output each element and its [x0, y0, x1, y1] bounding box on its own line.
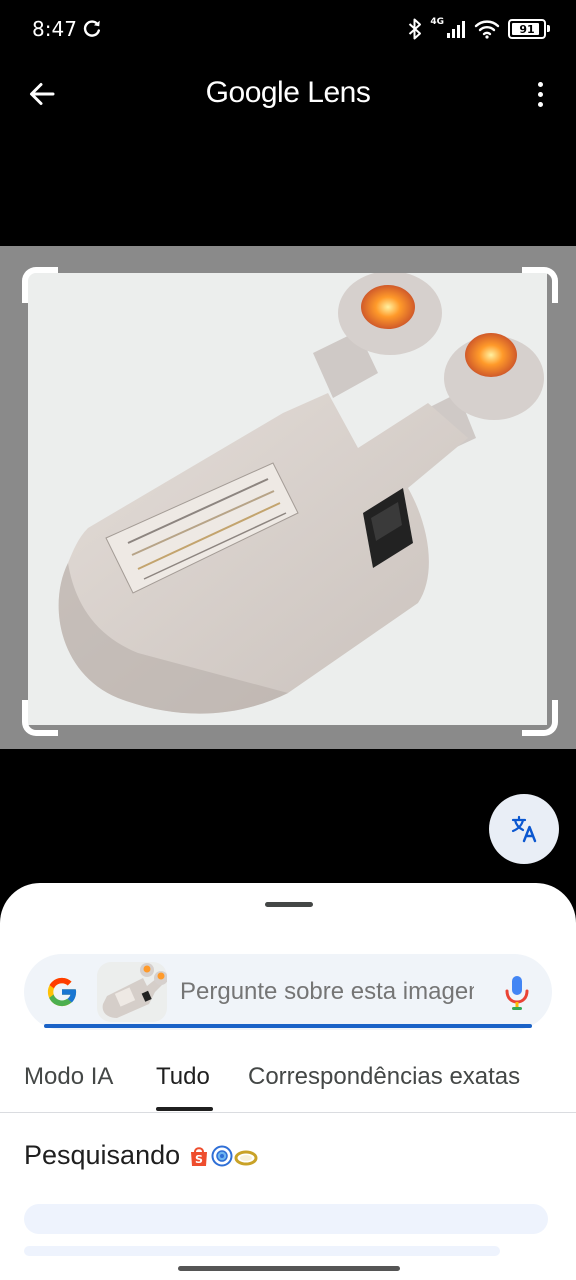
battery-level: 91	[519, 22, 535, 36]
tab-all[interactable]: Tudo	[156, 1063, 210, 1091]
crop-handle-bottom-left[interactable]	[22, 700, 58, 736]
translate-icon	[511, 815, 537, 843]
more-options-button[interactable]	[528, 74, 552, 114]
loading-placeholder	[24, 1246, 500, 1256]
lens-icon	[211, 1145, 233, 1166]
bluetooth-icon	[409, 18, 422, 40]
app-title: Google Lens	[0, 76, 576, 110]
ring-icon	[234, 1150, 258, 1165]
searching-label: Pesquisando	[24, 1140, 181, 1170]
hair-trimmer-picture	[58, 271, 544, 714]
product-image	[28, 271, 547, 725]
wifi-icon	[474, 20, 500, 39]
more-vert-icon	[537, 81, 543, 87]
search-focus-underline	[44, 1024, 532, 1028]
loading-placeholder	[24, 1204, 548, 1234]
query-image-thumbnail[interactable]	[97, 962, 167, 1022]
results-sheet[interactable]: Modo IA Tudo Correspondências exatas Pes…	[0, 883, 576, 1280]
searching-icons: S	[188, 1144, 258, 1168]
crop-handle-bottom-right[interactable]	[522, 700, 558, 736]
mic-icon[interactable]	[502, 974, 532, 1010]
status-time: 8:47	[32, 17, 77, 41]
app-bar: Google Lens	[0, 58, 576, 128]
result-tabs: Modo IA Tudo Correspondências exatas	[0, 1055, 576, 1111]
google-g-icon	[47, 977, 77, 1007]
tabs-divider	[0, 1112, 576, 1113]
svg-text:S: S	[195, 1153, 203, 1166]
app-title-brand: Google	[205, 76, 300, 109]
search-input[interactable]	[180, 954, 474, 1030]
image-preview[interactable]	[0, 246, 576, 749]
battery-icon: 91	[508, 19, 550, 39]
status-icons: 4G 91	[408, 16, 550, 42]
crop-handle-top-right[interactable]	[522, 267, 558, 303]
gesture-nav-handle[interactable]	[178, 1266, 400, 1271]
tab-ai-mode[interactable]: Modo IA	[24, 1063, 113, 1091]
translate-button[interactable]	[489, 794, 559, 864]
shopping-bag-icon: S	[191, 1146, 208, 1166]
tab-selected-indicator	[156, 1107, 213, 1111]
tab-exact-matches[interactable]: Correspondências exatas	[248, 1063, 520, 1091]
status-bar: 8:47 4G 91	[0, 0, 576, 58]
sheet-drag-handle[interactable]	[265, 902, 313, 907]
app-title-product: Lens	[307, 76, 371, 109]
signal-icon	[447, 21, 465, 38]
crop-handle-top-left[interactable]	[22, 267, 58, 303]
searching-status: Pesquisando S	[24, 1140, 258, 1171]
network-type: 4G	[430, 17, 444, 27]
sync-icon	[83, 20, 100, 37]
search-bar[interactable]	[24, 954, 552, 1030]
